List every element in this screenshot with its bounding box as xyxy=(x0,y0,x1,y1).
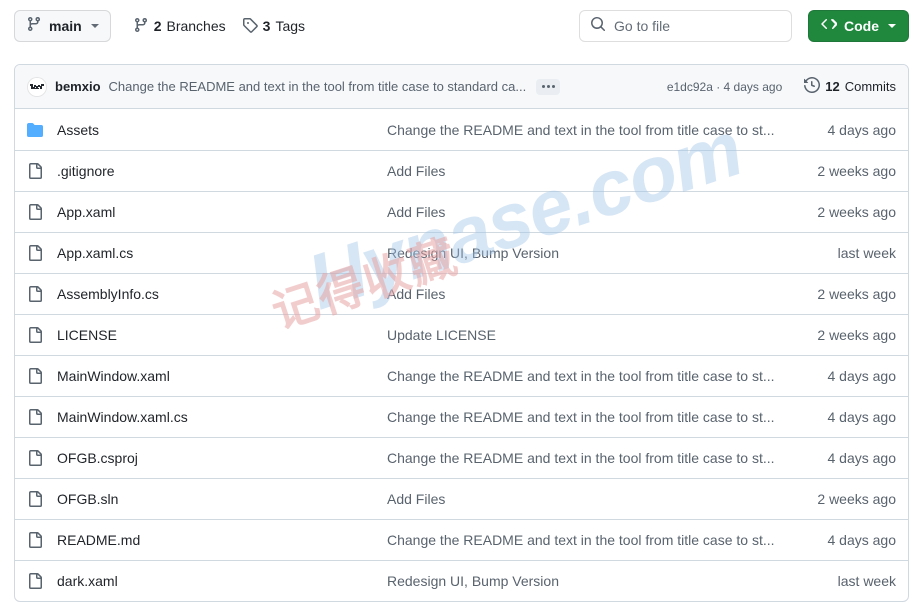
file-icon xyxy=(27,286,43,302)
code-brackets-icon xyxy=(821,16,838,37)
file-commit-message[interactable]: Add Files xyxy=(387,204,817,220)
file-commit-time: 2 weeks ago xyxy=(817,163,896,179)
table-row[interactable]: OFGB.sln Add Files 2 weeks ago xyxy=(15,478,908,519)
history-clock-icon xyxy=(804,76,821,96)
repository-file-browser: main 2 Branches 3 Tags Go to file Code b… xyxy=(0,0,923,603)
code-button-label: Code xyxy=(844,18,879,34)
file-icon xyxy=(27,245,43,261)
branches-link[interactable]: 2 Branches xyxy=(133,17,226,36)
table-row[interactable]: .gitignore Add Files 2 weeks ago xyxy=(15,150,908,191)
chevron-down-icon xyxy=(888,24,896,28)
table-row[interactable]: MainWindow.xaml Change the README and tex… xyxy=(15,355,908,396)
file-name[interactable]: dark.xaml xyxy=(57,573,387,589)
file-name[interactable]: App.xaml.cs xyxy=(57,245,387,261)
git-branch-icon xyxy=(26,16,42,37)
file-commit-message[interactable]: Change the README and text in the tool f… xyxy=(387,409,828,425)
file-commit-message[interactable]: Redesign UI, Bump Version xyxy=(387,573,838,589)
tag-icon xyxy=(242,17,258,36)
file-name[interactable]: LICENSE xyxy=(57,327,387,343)
code-button[interactable]: Code xyxy=(808,10,909,42)
commit-meta: e1dc92a · 4 days ago 12 Commits xyxy=(667,76,896,96)
file-commit-time: 2 weeks ago xyxy=(817,327,896,343)
table-row[interactable]: App.xaml Add Files 2 weeks ago xyxy=(15,191,908,232)
branch-selector-button[interactable]: main xyxy=(14,10,111,42)
file-icon xyxy=(27,491,43,507)
commit-message[interactable]: Change the README and text in the tool f… xyxy=(109,79,527,94)
file-name[interactable]: MainWindow.xaml xyxy=(57,368,387,384)
table-row[interactable]: OFGB.csproj Change the README and text in… xyxy=(15,437,908,478)
table-row[interactable]: LICENSE Update LICENSE 2 weeks ago xyxy=(15,314,908,355)
file-commit-message[interactable]: Change the README and text in the tool f… xyxy=(387,368,828,384)
file-commit-time: 4 days ago xyxy=(827,532,897,548)
file-rows: Assets Change the README and text in the … xyxy=(15,109,908,601)
commits-count-label: Commits xyxy=(844,79,896,94)
file-commit-time: 2 weeks ago xyxy=(817,204,896,220)
tags-link[interactable]: 3 Tags xyxy=(242,17,305,36)
table-row[interactable]: Assets Change the README and text in the … xyxy=(15,109,908,150)
table-row[interactable]: dark.xaml Redesign UI, Bump Version last w… xyxy=(15,560,908,601)
file-commit-time: 4 days ago xyxy=(827,368,897,384)
file-list-container: bemxio Change the README and text in the… xyxy=(14,64,909,602)
ellipsis-icon[interactable] xyxy=(536,78,561,95)
commits-history-link[interactable]: 12 Commits xyxy=(804,76,896,96)
file-commit-time: 4 days ago xyxy=(827,121,897,138)
file-commit-message[interactable]: Update LICENSE xyxy=(387,327,817,343)
search-icon xyxy=(590,16,606,37)
search-placeholder: Go to file xyxy=(614,18,671,34)
file-name[interactable]: Assets xyxy=(57,122,387,138)
file-commit-time: 2 weeks ago xyxy=(817,491,896,507)
file-icon xyxy=(27,204,43,220)
file-commit-message[interactable]: Change the README and text in the tool f… xyxy=(387,122,828,138)
file-name[interactable]: AssemblyInfo.cs xyxy=(57,286,387,302)
file-commit-time: 4 days ago xyxy=(827,450,897,466)
file-icon xyxy=(27,409,43,425)
git-branch-icon xyxy=(133,17,149,36)
chevron-down-icon xyxy=(90,24,99,28)
file-icon xyxy=(27,450,43,466)
file-commit-time: last week xyxy=(837,245,896,261)
file-icon xyxy=(27,532,43,548)
commit-author[interactable]: bemxio xyxy=(55,79,101,94)
branches-count: 2 xyxy=(153,18,162,34)
repo-toolbar: main 2 Branches 3 Tags Go to file Code xyxy=(0,0,923,52)
file-name[interactable]: App.xaml xyxy=(57,204,387,220)
folder-icon xyxy=(27,122,43,138)
tags-label: Tags xyxy=(275,18,306,34)
file-commit-message[interactable]: Add Files xyxy=(387,163,817,179)
file-name[interactable]: OFGB.sln xyxy=(57,491,387,507)
avatar[interactable] xyxy=(27,76,47,97)
repo-meta-links: 2 Branches 3 Tags xyxy=(133,17,305,36)
table-row[interactable]: AssemblyInfo.cs Add Files 2 weeks ago xyxy=(15,273,908,314)
commits-count-number: 12 xyxy=(825,79,840,94)
file-commit-time: last week xyxy=(837,573,896,589)
file-commit-time: 4 days ago xyxy=(827,409,897,425)
file-commit-message[interactable]: Change the README and text in the tool f… xyxy=(387,532,828,548)
go-to-file-search[interactable]: Go to file xyxy=(579,10,792,42)
table-row[interactable]: README.md Change the README and text in t… xyxy=(15,519,908,560)
file-name[interactable]: README.md xyxy=(57,532,387,548)
file-name[interactable]: MainWindow.xaml.cs xyxy=(57,409,387,425)
file-name[interactable]: OFGB.csproj xyxy=(57,450,387,466)
file-icon xyxy=(27,368,43,384)
file-icon xyxy=(27,163,43,179)
file-commit-time: 2 weeks ago xyxy=(817,286,896,302)
file-icon xyxy=(27,573,43,589)
file-commit-message[interactable]: Add Files xyxy=(387,491,817,507)
tags-count: 3 xyxy=(262,18,271,34)
file-commit-message[interactable]: Redesign UI, Bump Version xyxy=(387,245,838,261)
file-commit-message[interactable]: Add Files xyxy=(387,286,817,302)
latest-commit-bar: bemxio Change the README and text in the… xyxy=(15,65,908,109)
table-row[interactable]: App.xaml.cs Redesign UI, Bump Version last… xyxy=(15,232,908,273)
commit-sha-and-time[interactable]: e1dc92a · 4 days ago xyxy=(667,80,782,94)
file-name[interactable]: .gitignore xyxy=(57,163,387,179)
table-row[interactable]: MainWindow.xaml.cs Change the README and … xyxy=(15,396,908,437)
branches-label: Branches xyxy=(166,18,226,34)
branch-name-label: main xyxy=(49,18,82,34)
file-commit-message[interactable]: Change the README and text in the tool f… xyxy=(387,450,828,466)
file-icon xyxy=(27,327,43,343)
